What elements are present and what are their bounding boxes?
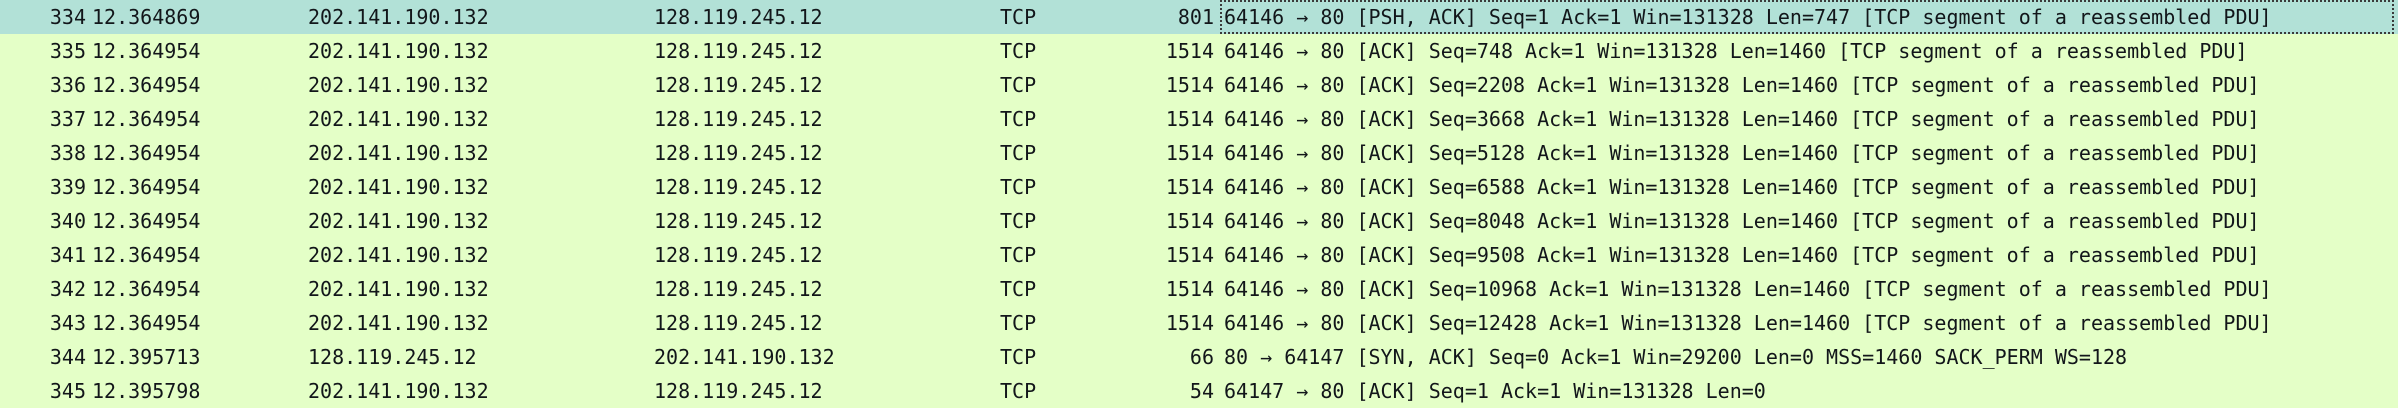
packet-number: 337 (49, 107, 86, 131)
packet-info: 64146 → 80 [ACK] Seq=9508 Ack=1 Win=1313… (1224, 243, 2260, 267)
packet-time: 12.364954 (92, 277, 201, 301)
packet-source: 202.141.190.132 (308, 5, 489, 29)
packet-time: 12.395713 (92, 345, 201, 369)
packet-protocol: TCP (1000, 209, 1037, 233)
packet-protocol: TCP (1000, 379, 1037, 403)
packet-source: 202.141.190.132 (308, 243, 489, 267)
packet-source: 202.141.190.132 (308, 311, 489, 335)
packet-number: 341 (49, 243, 86, 267)
packet-time: 12.364954 (92, 209, 201, 233)
packet-source: 202.141.190.132 (308, 107, 489, 131)
packet-time: 12.364954 (92, 39, 201, 63)
packet-info: 64146 → 80 [ACK] Seq=12428 Ack=1 Win=131… (1224, 311, 2272, 335)
packet-number: 340 (49, 209, 86, 233)
packet-time: 12.364954 (92, 141, 201, 165)
packet-row[interactable]: 342 12.364954 202.141.190.132 128.119.24… (0, 272, 2398, 306)
packet-length: 1514 (1165, 209, 1214, 233)
packet-time: 12.364954 (92, 311, 201, 335)
packet-time: 12.364869 (92, 5, 201, 29)
packet-info: 64146 → 80 [ACK] Seq=2208 Ack=1 Win=1313… (1224, 73, 2260, 97)
packet-row[interactable]: 339 12.364954 202.141.190.132 128.119.24… (0, 170, 2398, 204)
packet-time: 12.364954 (92, 73, 201, 97)
packet-row[interactable]: 338 12.364954 202.141.190.132 128.119.24… (0, 136, 2398, 170)
packet-row[interactable]: 343 12.364954 202.141.190.132 128.119.24… (0, 306, 2398, 340)
packet-info: 80 → 64147 [SYN, ACK] Seq=0 Ack=1 Win=29… (1224, 345, 2128, 369)
packet-source: 202.141.190.132 (308, 141, 489, 165)
packet-time: 12.395798 (92, 379, 201, 403)
packet-protocol: TCP (1000, 243, 1037, 267)
packet-protocol: TCP (1000, 141, 1037, 165)
packet-source: 202.141.190.132 (308, 175, 489, 199)
packet-number: 339 (49, 175, 86, 199)
packet-destination: 128.119.245.12 (654, 277, 823, 301)
packet-protocol: TCP (1000, 107, 1037, 131)
packet-source: 202.141.190.132 (308, 209, 489, 233)
packet-number: 344 (49, 345, 86, 369)
packet-protocol: TCP (1000, 73, 1037, 97)
packet-protocol: TCP (1000, 5, 1037, 29)
packet-info: 64146 → 80 [ACK] Seq=748 Ack=1 Win=13132… (1224, 39, 2248, 63)
packet-row[interactable]: 340 12.364954 202.141.190.132 128.119.24… (0, 204, 2398, 238)
packet-info: 64147 → 80 [ACK] Seq=1 Ack=1 Win=131328 … (1224, 379, 1766, 403)
packet-number: 345 (49, 379, 86, 403)
packet-info: 64146 → 80 [ACK] Seq=3668 Ack=1 Win=1313… (1224, 107, 2260, 131)
packet-length: 1514 (1165, 107, 1214, 131)
packet-length: 1514 (1165, 175, 1214, 199)
packet-source: 202.141.190.132 (308, 379, 489, 403)
packet-info: 64146 → 80 [ACK] Seq=10968 Ack=1 Win=131… (1224, 277, 2272, 301)
packet-destination: 128.119.245.12 (654, 379, 823, 403)
packet-length: 1514 (1165, 277, 1214, 301)
packet-destination: 128.119.245.12 (654, 141, 823, 165)
packet-length: 1514 (1165, 243, 1214, 267)
packet-info: 64146 → 80 [ACK] Seq=5128 Ack=1 Win=1313… (1224, 141, 2260, 165)
packet-time: 12.364954 (92, 175, 201, 199)
packet-row[interactable]: 341 12.364954 202.141.190.132 128.119.24… (0, 238, 2398, 272)
packet-info: 64146 → 80 [ACK] Seq=6588 Ack=1 Win=1313… (1224, 175, 2260, 199)
packet-destination: 128.119.245.12 (654, 5, 823, 29)
packet-row[interactable]: 344 12.395713 128.119.245.12 202.141.190… (0, 340, 2398, 374)
packet-time: 12.364954 (92, 107, 201, 131)
packet-destination: 128.119.245.12 (654, 209, 823, 233)
packet-protocol: TCP (1000, 345, 1037, 369)
packet-number: 336 (49, 73, 86, 97)
packet-destination: 128.119.245.12 (654, 39, 823, 63)
packet-length: 1514 (1165, 141, 1214, 165)
packet-row[interactable]: 345 12.395798 202.141.190.132 128.119.24… (0, 374, 2398, 408)
packet-number: 342 (49, 277, 86, 301)
packet-time: 12.364954 (92, 243, 201, 267)
packet-number: 335 (49, 39, 86, 63)
packet-row[interactable]: 336 12.364954 202.141.190.132 128.119.24… (0, 68, 2398, 102)
packet-row[interactable]: 334 12.364869 202.141.190.132 128.119.24… (0, 0, 2398, 34)
packet-length: 66 (1189, 345, 1214, 369)
packet-destination: 128.119.245.12 (654, 175, 823, 199)
packet-number: 343 (49, 311, 86, 335)
packet-number: 338 (49, 141, 86, 165)
packet-length: 801 (1177, 5, 1214, 29)
packet-row[interactable]: 337 12.364954 202.141.190.132 128.119.24… (0, 102, 2398, 136)
packet-destination: 202.141.190.132 (654, 345, 835, 369)
packet-source: 202.141.190.132 (308, 277, 489, 301)
packet-source: 202.141.190.132 (308, 39, 489, 63)
packet-length: 54 (1189, 379, 1214, 403)
packet-destination: 128.119.245.12 (654, 107, 823, 131)
packet-destination: 128.119.245.12 (654, 73, 823, 97)
packet-length: 1514 (1165, 73, 1214, 97)
packet-info: 64146 → 80 [PSH, ACK] Seq=1 Ack=1 Win=13… (1220, 0, 2394, 34)
packet-destination: 128.119.245.12 (654, 311, 823, 335)
packet-protocol: TCP (1000, 311, 1037, 335)
packet-number: 334 (49, 5, 86, 29)
packet-row[interactable]: 335 12.364954 202.141.190.132 128.119.24… (0, 34, 2398, 68)
packet-length: 1514 (1165, 39, 1214, 63)
packet-info: 64146 → 80 [ACK] Seq=8048 Ack=1 Win=1313… (1224, 209, 2260, 233)
packet-source: 202.141.190.132 (308, 73, 489, 97)
packet-protocol: TCP (1000, 39, 1037, 63)
packet-list: 334 12.364869 202.141.190.132 128.119.24… (0, 0, 2398, 408)
packet-protocol: TCP (1000, 277, 1037, 301)
packet-protocol: TCP (1000, 175, 1037, 199)
packet-destination: 128.119.245.12 (654, 243, 823, 267)
packet-source: 128.119.245.12 (308, 345, 477, 369)
packet-length: 1514 (1165, 311, 1214, 335)
